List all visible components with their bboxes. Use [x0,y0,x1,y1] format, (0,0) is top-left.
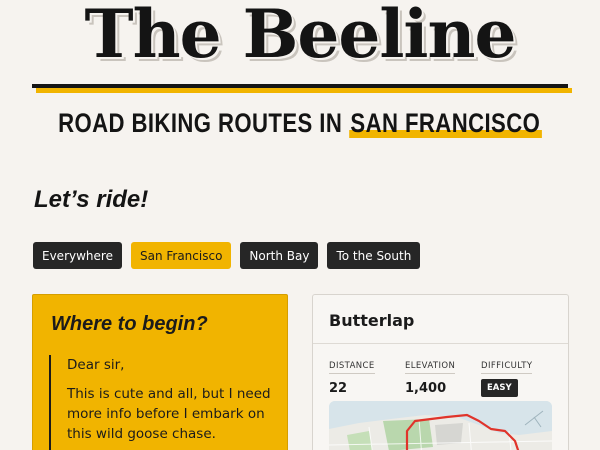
letter-body: This is cute and all, but I need more in… [67,386,271,442]
route-card[interactable]: Butterlap DISTANCE 22 ELEVATION 1,400 DI… [312,294,569,450]
stat-distance-label: DISTANCE [329,361,375,374]
site-logo-title[interactable]: The Beeline [0,0,600,74]
route-card-divider [313,343,568,344]
stat-elevation: ELEVATION 1,400 [405,353,456,396]
stat-distance-value: 22 [329,381,348,396]
intro-letter: Dear sir, This is cute and all, but I ne… [49,355,275,450]
filter-north-bay[interactable]: North Bay [240,242,319,269]
letter-salutation: Dear sir, [67,357,125,373]
filter-san-francisco[interactable]: San Francisco [130,242,232,269]
filter-to-the-south[interactable]: To the South [327,242,421,269]
stat-difficulty: DIFFICULTY EASY [481,353,533,397]
tagline: ROAD BIKING ROUTES IN SAN FRANCISCO [54,108,546,139]
header-rule [32,84,572,94]
difficulty-badge: EASY [481,379,518,397]
route-name[interactable]: Butterlap [329,311,414,330]
stat-difficulty-label: DIFFICULTY [481,361,533,374]
region-filter-bar: Everywhere San Francisco North Bay To th… [33,242,421,269]
route-map-graphic [329,401,552,450]
tagline-highlight: SAN FRANCISCO [348,108,542,138]
intro-card: Where to begin? Dear sir, This is cute a… [32,294,288,450]
site-header: The Beeline [0,0,600,93]
stat-elevation-value: 1,400 [405,381,447,396]
tagline-prefix: ROAD BIKING ROUTES IN [58,108,349,138]
stat-distance: DISTANCE 22 [329,353,375,396]
intro-card-title: Where to begin? [51,313,208,335]
route-map[interactable] [329,401,552,450]
filter-everywhere[interactable]: Everywhere [33,242,122,269]
section-heading: Let’s ride! [34,186,149,213]
stat-elevation-label: ELEVATION [405,361,456,374]
